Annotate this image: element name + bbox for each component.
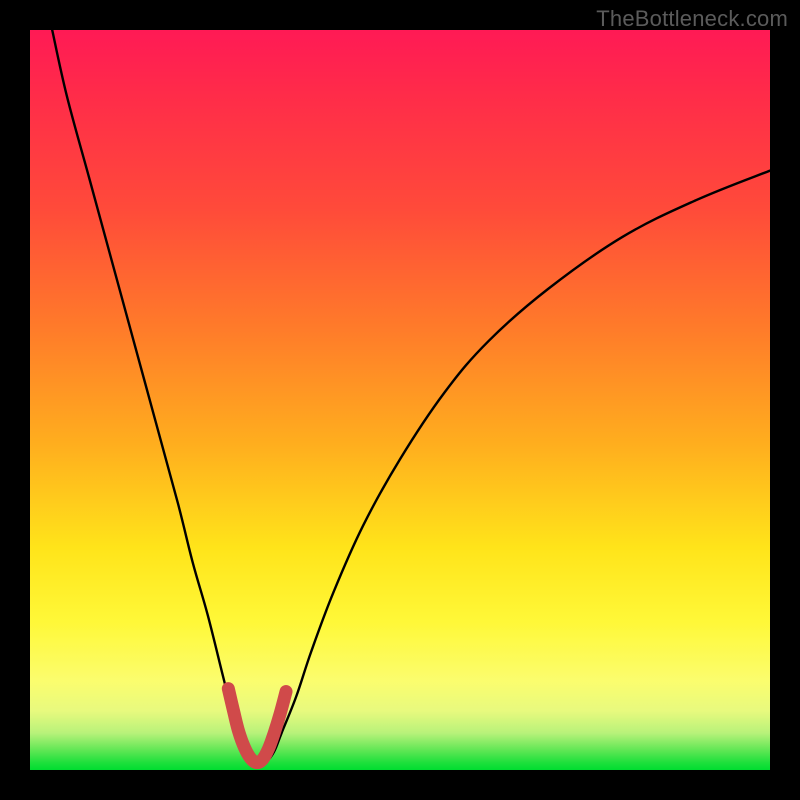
curve-highlight — [228, 689, 286, 763]
curve-layer — [52, 30, 770, 763]
plot-area — [30, 30, 770, 770]
bottleneck-curve — [52, 30, 770, 763]
watermark-text: TheBottleneck.com — [596, 6, 788, 32]
curve-svg — [30, 30, 770, 770]
chart-stage: TheBottleneck.com — [0, 0, 800, 800]
